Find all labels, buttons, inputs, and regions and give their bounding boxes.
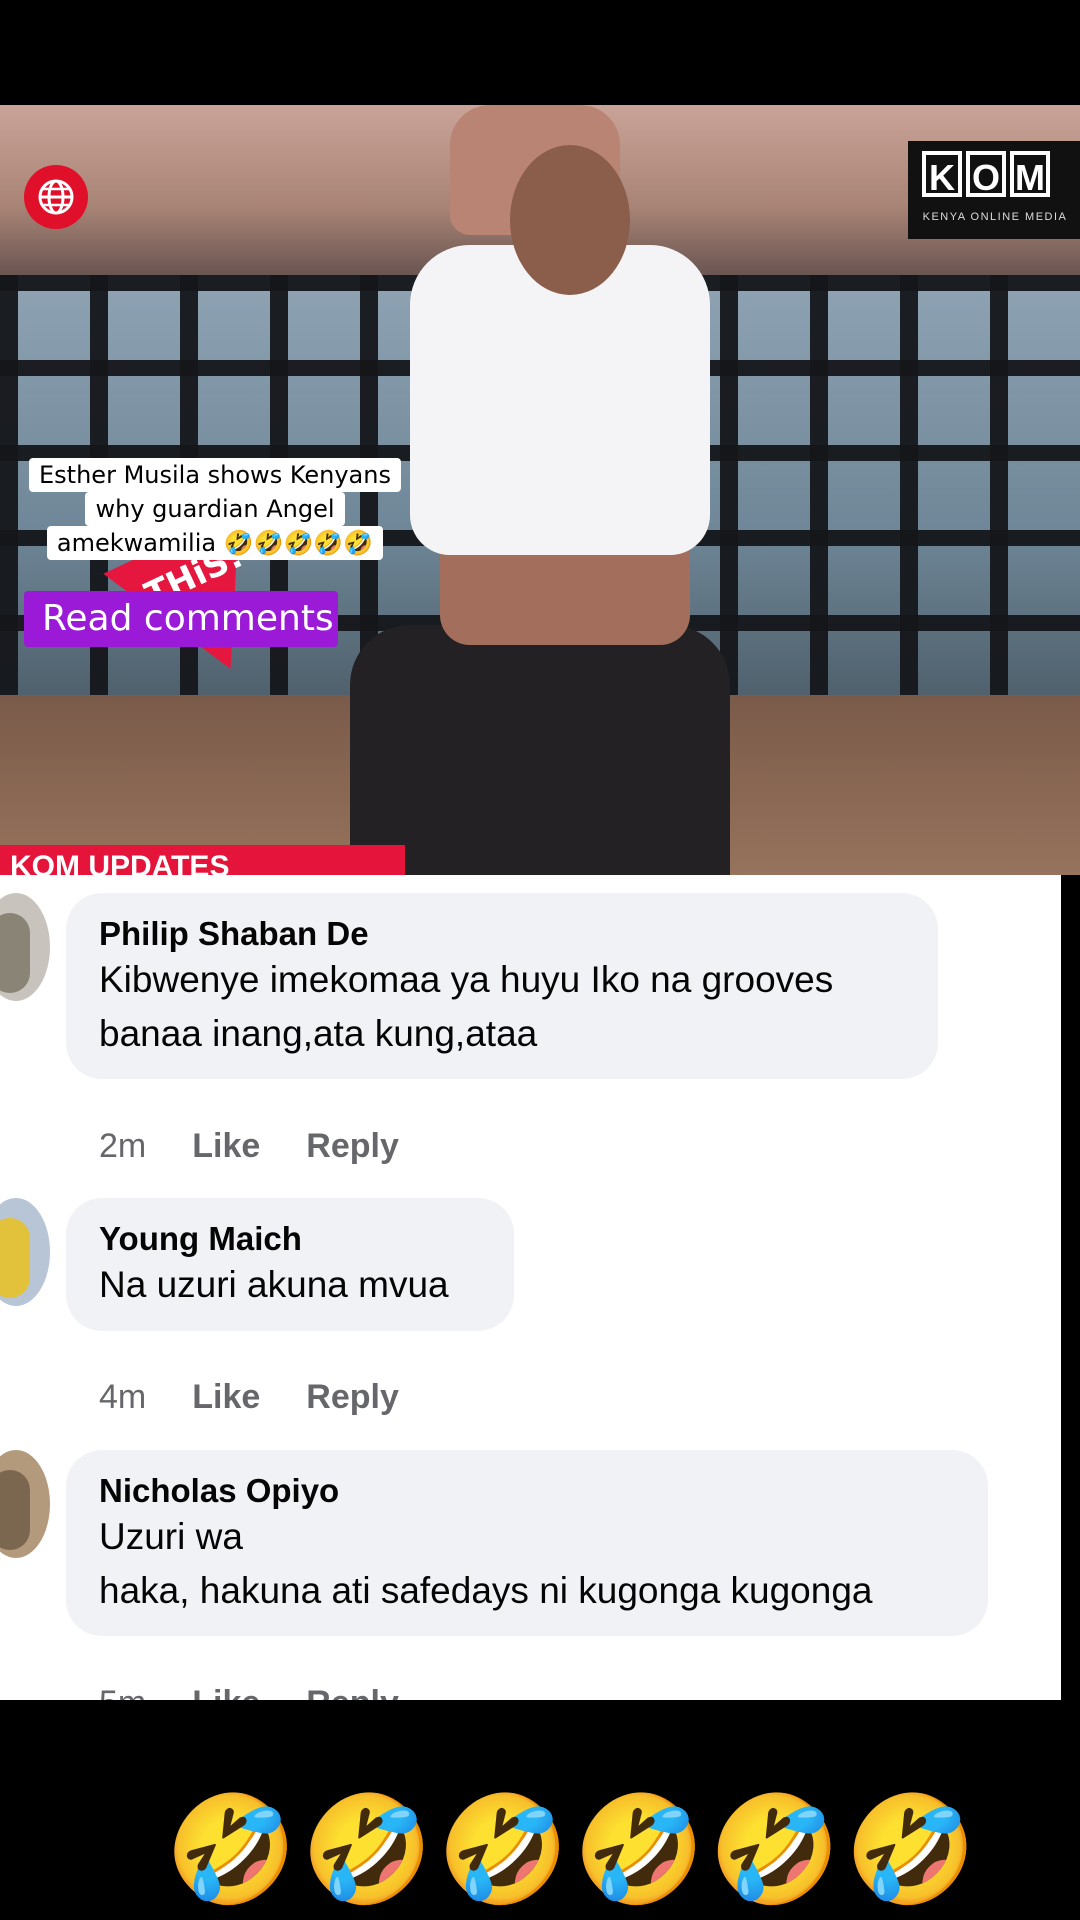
logo-subtitle: KENYA ONLINE MEDIA <box>922 211 1068 223</box>
comment-actions: 5m Like Reply <box>99 1684 399 1700</box>
comments-panel: Philip Shaban De Kibwenye imekomaa ya hu… <box>0 875 1061 1700</box>
video-caption: Esther Musila shows Kenyans why guardian… <box>26 458 404 560</box>
comment-bubble: Young Maich Na uzuri akuna mvua <box>66 1198 514 1331</box>
globe-button[interactable] <box>24 165 88 229</box>
caption-line-3: amekwamilia 🤣🤣🤣🤣🤣 <box>46 526 384 560</box>
avatar[interactable] <box>0 893 50 1001</box>
comment-actions: 4m Like Reply <box>99 1378 399 1417</box>
like-button[interactable]: Like <box>192 1127 260 1166</box>
avatar[interactable] <box>0 1198 50 1306</box>
reply-button[interactable]: Reply <box>306 1684 399 1700</box>
globe-icon <box>38 179 74 215</box>
commenter-name[interactable]: Nicholas Opiyo <box>99 1472 954 1510</box>
comment-actions: 2m Like Reply <box>99 1127 399 1166</box>
commenter-name[interactable]: Philip Shaban De <box>99 915 904 953</box>
dancer-pants <box>350 625 730 875</box>
commenter-name[interactable]: Young Maich <box>99 1220 480 1258</box>
logo-letter-m: M <box>1010 151 1050 198</box>
emoji-caption: 🤣🤣🤣🤣🤣🤣 <box>165 1791 981 1909</box>
reply-button[interactable]: Reply <box>306 1378 399 1417</box>
comment-time: 4m <box>99 1378 147 1416</box>
comment-text-line: Kibwenye imekomaa ya huyu Iko na grooves <box>99 959 834 1000</box>
kom-updates-banner: KOM UPDATES <box>0 845 405 875</box>
logo-letter-o: O <box>966 151 1006 198</box>
caption-line-1: Esther Musila shows Kenyans <box>29 458 401 492</box>
comment-text-line: Na uzuri akuna mvua <box>99 1264 449 1305</box>
comment-text-line: Uzuri wa <box>99 1516 243 1557</box>
comment-bubble: Philip Shaban De Kibwenye imekomaa ya hu… <box>66 893 938 1079</box>
comment-time: 5m <box>99 1684 146 1700</box>
caption-line-2: why guardian Angel <box>85 492 345 526</box>
kom-logo: K O M KENYA ONLINE MEDIA <box>908 141 1080 239</box>
comment-text-line: haka, hakuna ati safedays ni kugonga kug… <box>99 1570 873 1611</box>
dancer-head <box>510 145 630 295</box>
reply-button[interactable]: Reply <box>306 1127 399 1166</box>
comment-time: 2m <box>99 1127 147 1165</box>
avatar[interactable] <box>0 1450 50 1558</box>
video-frame[interactable]: K O M KENYA ONLINE MEDIA THiS! Esther Mu… <box>0 105 1080 875</box>
like-button[interactable]: Like <box>192 1684 260 1700</box>
logo-letter-k: K <box>922 151 962 198</box>
like-button[interactable]: Like <box>192 1378 260 1417</box>
comment-bubble: Nicholas Opiyo Uzuri wa haka, hakuna ati… <box>66 1450 988 1636</box>
comment-text-line: banaa inang,ata kung,ataa <box>99 1013 538 1054</box>
read-comments-button[interactable]: Read comments <box>24 591 338 647</box>
